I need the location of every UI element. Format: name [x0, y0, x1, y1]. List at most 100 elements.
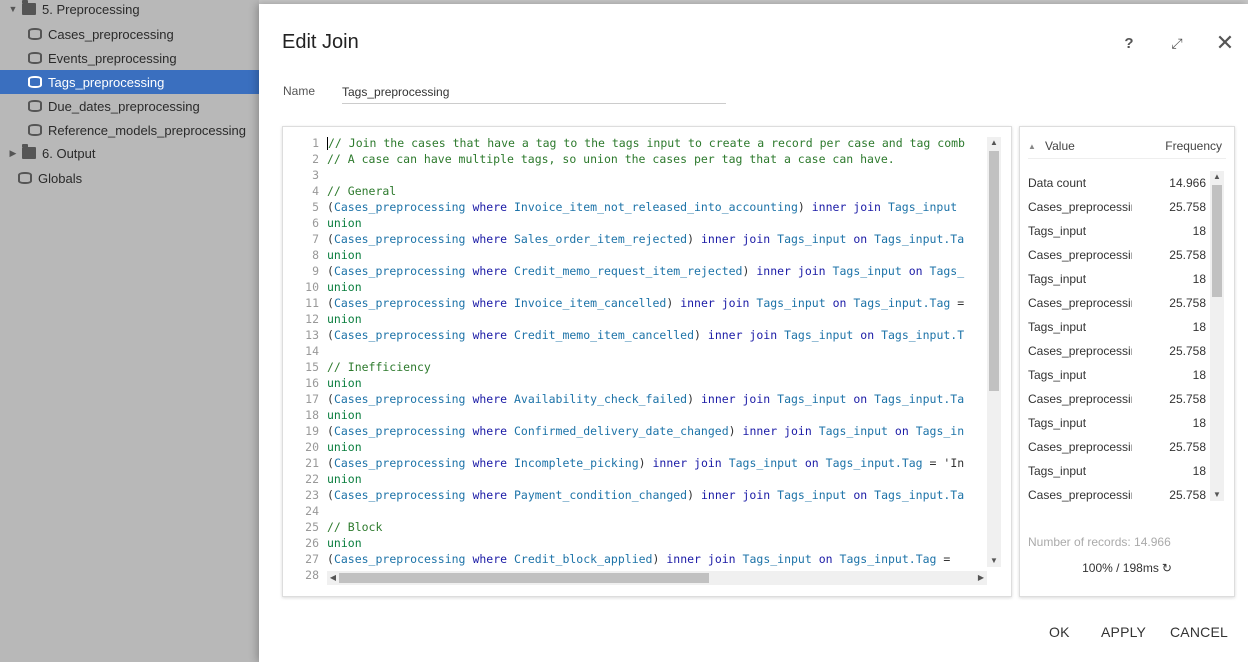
tree-item[interactable]: Globals — [0, 166, 259, 190]
scroll-left-icon[interactable]: ◀ — [327, 571, 339, 585]
preview-row[interactable]: Cases_preprocessing 25.758 — [1028, 291, 1206, 315]
tree-item[interactable]: Due_dates_preprocessing — [0, 94, 259, 118]
preview-row[interactable]: Tags_input 18 — [1028, 459, 1206, 483]
code-line[interactable] — [327, 503, 987, 519]
name-label: Name — [283, 84, 316, 98]
code-line[interactable]: union — [327, 407, 987, 423]
preview-row[interactable]: Data count 14.966 — [1028, 171, 1206, 195]
tree-item[interactable]: Events_preprocessing — [0, 46, 259, 70]
code-line[interactable]: union — [327, 279, 987, 295]
code-line[interactable]: union — [327, 375, 987, 391]
code-area[interactable]: // Join the cases that have a tag to the… — [327, 127, 987, 582]
code-line[interactable]: union — [327, 535, 987, 551]
ok-button[interactable]: OK — [1049, 624, 1070, 640]
tree-item[interactable]: Reference_models_preprocessing — [0, 118, 259, 142]
line-number: 26 — [305, 536, 319, 550]
timing-text: 100% / 198ms — [1082, 561, 1159, 575]
line-number: 1 — [312, 136, 319, 150]
line-number: 16 — [305, 376, 319, 390]
scroll-down-icon[interactable]: ▼ — [987, 555, 1001, 567]
line-number: 28 — [305, 568, 319, 582]
code-line[interactable]: // General — [327, 183, 987, 199]
scroll-down-icon[interactable]: ▼ — [1210, 489, 1224, 501]
editor-horizontal-scrollbar[interactable]: ◀ ▶ — [327, 571, 987, 585]
code-line[interactable]: (Cases_preprocessing where Incomplete_pi… — [327, 455, 987, 471]
preview-row[interactable]: Tags_input 18 — [1028, 315, 1206, 339]
preview-row[interactable]: Tags_input 18 — [1028, 219, 1206, 243]
line-number: 2 — [312, 152, 319, 166]
close-icon[interactable]: ✕ — [1213, 30, 1237, 55]
preview-row[interactable]: Tags_input 18 — [1028, 363, 1206, 387]
row-value: Cases_preprocessing — [1028, 248, 1132, 262]
line-number: 25 — [305, 520, 319, 534]
tree-item-label: Due_dates_preprocessing — [48, 98, 200, 114]
preview-row[interactable]: Cases_preprocessing 25.758 — [1028, 387, 1206, 411]
code-line[interactable]: union — [327, 247, 987, 263]
scroll-thumb[interactable] — [989, 151, 999, 391]
preview-row[interactable]: Cases_preprocessing 25.758 — [1028, 195, 1206, 219]
preview-row[interactable]: Tags_input 18 — [1028, 267, 1206, 291]
code-line[interactable]: (Cases_preprocessing where Confirmed_del… — [327, 423, 987, 439]
code-line[interactable]: (Cases_preprocessing where Invoice_item_… — [327, 199, 987, 215]
code-line[interactable]: (Cases_preprocessing where Credit_memo_r… — [327, 263, 987, 279]
code-line[interactable] — [327, 167, 987, 183]
code-line[interactable]: union — [327, 471, 987, 487]
scroll-thumb[interactable] — [339, 573, 709, 583]
scroll-right-icon[interactable]: ▶ — [975, 571, 987, 585]
code-line[interactable]: union — [327, 215, 987, 231]
tree-item[interactable]: Cases_preprocessing — [0, 22, 259, 46]
code-line[interactable]: // Block — [327, 519, 987, 535]
row-value: Cases_preprocessing — [1028, 440, 1132, 454]
row-value: Cases_preprocessing — [1028, 296, 1132, 310]
tree-item-label: Events_preprocessing — [48, 50, 177, 66]
code-line[interactable]: (Cases_preprocessing where Payment_condi… — [327, 487, 987, 503]
globals-icon — [18, 172, 32, 184]
caret-down-icon[interactable]: ▼ — [8, 4, 18, 14]
tree-item[interactable]: ▶ 6. Output — [0, 141, 259, 165]
line-number: 8 — [312, 248, 319, 262]
column-value-header[interactable]: Value — [1045, 139, 1075, 153]
code-line[interactable]: // A case can have multiple tags, so uni… — [327, 151, 987, 167]
scroll-up-icon[interactable]: ▲ — [1210, 171, 1224, 183]
name-input[interactable] — [342, 80, 726, 104]
code-line[interactable]: // Inefficiency — [327, 359, 987, 375]
editor-vertical-scrollbar[interactable]: ▲ ▼ — [987, 137, 1001, 567]
preview-scrollbar[interactable]: ▲ ▼ — [1210, 171, 1224, 501]
scroll-thumb[interactable] — [1212, 185, 1222, 297]
row-value: Cases_preprocessing — [1028, 488, 1132, 502]
row-value: Tags_input — [1028, 272, 1087, 286]
column-frequency-header[interactable]: Frequency — [1165, 139, 1222, 153]
code-editor[interactable]: 1 2 3 4 5 6 7 8 9 10 11 12 13 14 15 16 17 18 19 20 21 22 23 24 2… — [282, 126, 1012, 597]
cancel-button[interactable]: CANCEL — [1170, 624, 1228, 640]
line-number: 3 — [312, 168, 319, 182]
code-line[interactable]: (Cases_preprocessing where Credit_block_… — [327, 551, 987, 567]
code-line[interactable]: (Cases_preprocessing where Sales_order_i… — [327, 231, 987, 247]
code-line[interactable]: (Cases_preprocessing where Invoice_item_… — [327, 295, 987, 311]
row-value: Cases_preprocessing — [1028, 200, 1132, 214]
code-line[interactable]: union — [327, 311, 987, 327]
preview-row[interactable]: Tags_input 18 — [1028, 411, 1206, 435]
expand-icon[interactable]: ⤢ — [1165, 31, 1189, 55]
preview-row[interactable]: Cases_preprocessing 25.758 — [1028, 243, 1206, 267]
tree-item[interactable]: Tags_preprocessing — [0, 70, 259, 94]
caret-right-icon[interactable]: ▶ — [8, 148, 18, 159]
code-line[interactable]: (Cases_preprocessing where Credit_memo_i… — [327, 327, 987, 343]
row-frequency: 18 — [1192, 224, 1206, 238]
preview-row[interactable]: Cases_preprocessing 25.758 — [1028, 435, 1206, 459]
line-number: 14 — [305, 344, 319, 358]
code-line[interactable]: (Cases_preprocessing where Availability_… — [327, 391, 987, 407]
help-icon[interactable]: ? — [1117, 31, 1141, 55]
refresh-icon[interactable]: ↻ — [1162, 561, 1172, 575]
line-number: 6 — [312, 216, 319, 230]
sort-asc-icon[interactable]: ▲ — [1028, 142, 1036, 151]
code-line[interactable]: // Join the cases that have a tag to the… — [327, 135, 987, 151]
apply-button[interactable]: APPLY — [1101, 624, 1146, 640]
code-line[interactable] — [327, 343, 987, 359]
timing-status: 100% / 198ms ↻ — [1020, 561, 1234, 575]
scroll-up-icon[interactable]: ▲ — [987, 137, 1001, 149]
preview-row[interactable]: Cases_preprocessing 25.758 — [1028, 339, 1206, 363]
preview-row[interactable]: Cases_preprocessing 25.758 — [1028, 483, 1206, 507]
table-icon — [28, 28, 42, 40]
tree-item[interactable]: ▼ 5. Preprocessing — [0, 0, 259, 21]
code-line[interactable]: union — [327, 439, 987, 455]
